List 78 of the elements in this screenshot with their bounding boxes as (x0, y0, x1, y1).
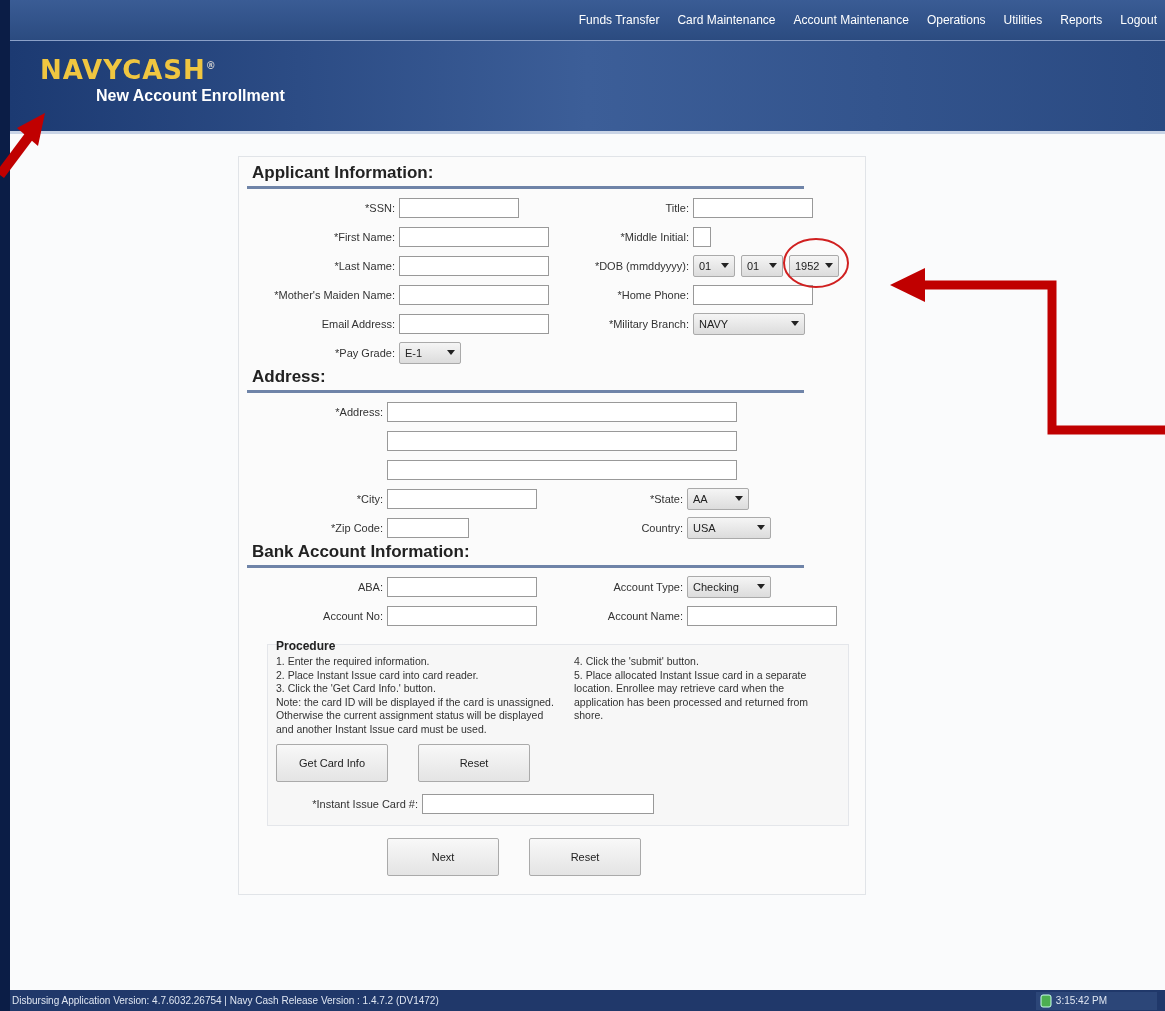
field-label: *First Name: (332, 230, 396, 243)
dropdown[interactable]: NAVY (693, 312, 805, 335)
instructions-text: 1. Enter the required information. 2. Place Instant Issue card into card reader. 3. Click the 'Get Card Info.' button. Note: the card ID will be displayed if the card is unassigned. Otherwise the current assignment status will be displayed and another Instant Issue card must be used. (276, 655, 555, 736)
caret-icon (735, 496, 743, 501)
caret-icon (769, 263, 777, 268)
text-field[interactable] (387, 488, 537, 509)
field-label: *Instant Issue Card #: (311, 797, 419, 810)
page-title: New Account Enrollment (96, 87, 285, 105)
dropdown[interactable]: AA (687, 487, 749, 510)
text-field[interactable] (399, 284, 549, 305)
annotation-arrow (0, 113, 45, 178)
field-label: *Middle Initial: (619, 230, 690, 243)
dropdown[interactable]: E-1 (399, 341, 461, 364)
text-field[interactable] (387, 517, 469, 538)
dropdown[interactable]: Checking (687, 575, 771, 598)
text-field[interactable] (693, 226, 711, 247)
dropdown[interactable]: 01 (741, 254, 783, 277)
section-heading: Applicant Information: (247, 163, 804, 189)
text-field[interactable] (387, 459, 737, 480)
field-label: Email Address: (320, 317, 396, 330)
section-heading: Bank Account Information: (247, 542, 804, 568)
field-label: *Military Branch: (607, 317, 690, 330)
text-field[interactable] (387, 401, 737, 422)
action-button[interactable]: Get Card Info (276, 744, 388, 782)
action-button[interactable]: Reset (418, 744, 530, 782)
field-label: Account No: (322, 609, 384, 622)
field-label: *Pay Grade: (334, 346, 396, 359)
menu-link[interactable]: Account Maintenance (793, 13, 909, 27)
action-button[interactable]: Reset (529, 838, 641, 876)
field-label: *Address: (334, 405, 384, 418)
field-label: Account Name: (606, 609, 684, 622)
annotation-circle (783, 238, 849, 288)
field-label: Title: (664, 201, 690, 214)
dropdown[interactable]: 1952 (789, 254, 839, 277)
caret-icon (757, 525, 765, 530)
field-label: Account Type: (612, 580, 684, 593)
menu-link[interactable]: Reports (1060, 13, 1103, 27)
instructions-text: 4. Click the 'submit' button. 5. Place allocated Instant Issue card in a separate location. Enrollee may retrieve card when the application has been processed and returned from shore. (574, 655, 810, 723)
field-label: *SSN: (364, 201, 396, 214)
caret-icon (447, 350, 455, 355)
field-label: *Mother's Maiden Name: (273, 288, 396, 301)
text-field[interactable] (399, 255, 549, 276)
caret-icon (721, 263, 729, 268)
field-label: *Last Name: (333, 259, 396, 272)
menu-link[interactable]: Card Maintenance (677, 13, 776, 27)
section-heading: Address: (247, 367, 804, 393)
caret-icon (791, 321, 799, 326)
text-field[interactable] (422, 793, 654, 814)
text-field[interactable] (399, 313, 549, 334)
field-label: *Zip Code: (330, 521, 384, 534)
text-field[interactable] (387, 430, 737, 451)
clock-text: 3:15:42 PM (1055, 995, 1107, 1006)
menu-link[interactable]: Logout (1120, 13, 1157, 27)
text-field[interactable] (399, 197, 519, 218)
battery-icon (1039, 993, 1052, 1008)
dropdown[interactable]: USA (687, 516, 771, 539)
dropdown[interactable]: 01 (693, 254, 735, 277)
menu-link[interactable]: Utilities (1003, 13, 1043, 27)
caret-icon (757, 584, 765, 589)
caret-icon (825, 263, 833, 268)
field-label: Country: (640, 521, 684, 534)
menu-link[interactable]: Funds Transfer (578, 13, 660, 27)
menu-link[interactable]: Operations (926, 13, 986, 27)
field-label: *State: (648, 492, 684, 505)
text-field[interactable] (387, 605, 537, 626)
logo: NAVYCASH$^{®}$ (40, 55, 217, 85)
text-field[interactable] (693, 284, 813, 305)
text-field[interactable] (693, 197, 813, 218)
field-label: *DOB (mmddyyyy): (593, 259, 690, 272)
text-field[interactable] (387, 576, 537, 597)
text-field[interactable] (399, 226, 549, 247)
field-label: *Home Phone: (616, 288, 690, 301)
field-label: ABA: (356, 580, 384, 593)
text-field[interactable] (687, 605, 837, 626)
action-button[interactable]: Next (387, 838, 499, 876)
field-label: *City: (355, 492, 384, 505)
version-text: Disbursing Application Version: 4.7.6032.26754 | Navy Cash Release Version : 1.4.7.2 (DV1472) (12, 995, 439, 1006)
panel-title: Procedure (276, 639, 337, 653)
